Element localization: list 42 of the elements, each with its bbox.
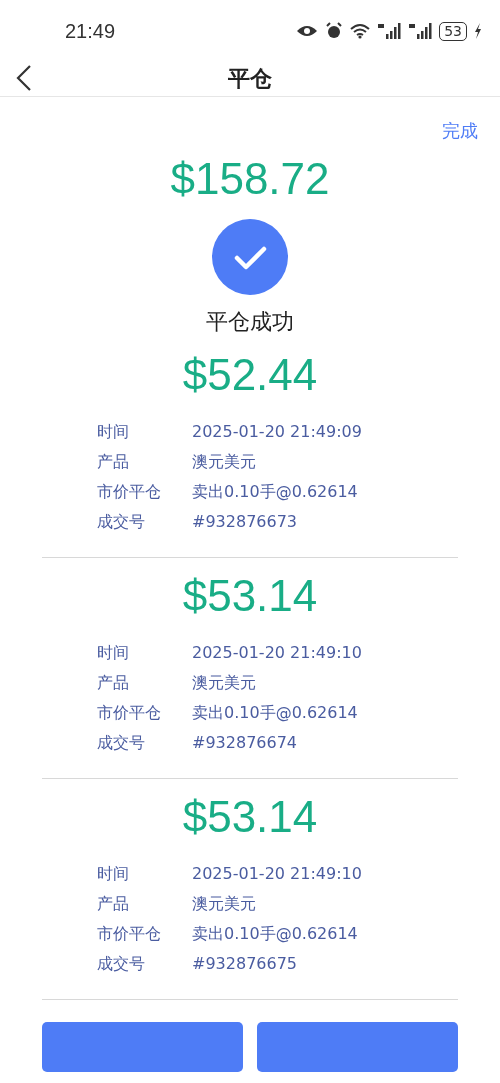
trade-amount: $52.44 — [182, 349, 318, 401]
detail-label: 时间 — [97, 421, 130, 443]
detail-label: 市价平仓 — [97, 923, 162, 945]
trade-amount: $53.14 — [182, 791, 318, 843]
detail-label: 成交号 — [97, 511, 146, 533]
detail-label: 市价平仓 — [97, 702, 162, 724]
detail-label: 时间 — [97, 642, 130, 664]
action-button[interactable] — [42, 1022, 243, 1072]
trade-amount: $53.14 — [182, 570, 318, 622]
detail-value: 澳元美元 — [192, 672, 257, 694]
detail-label: 市价平仓 — [97, 481, 162, 503]
detail-label: 成交号 — [97, 732, 146, 754]
detail-value: 澳元美元 — [192, 451, 257, 473]
check-icon — [212, 219, 288, 295]
battery-level: 53 — [439, 21, 467, 41]
detail-value: #932876673 — [192, 511, 299, 533]
detail-value: 2025-01-20 21:49:10 — [192, 642, 362, 664]
charging-icon — [474, 23, 482, 39]
action-button[interactable] — [257, 1022, 458, 1072]
detail-label: 产品 — [97, 451, 130, 473]
detail-label: 成交号 — [97, 953, 146, 975]
signal-icon — [408, 22, 433, 40]
detail-value: 卖出0.10手@0.62614 — [192, 481, 359, 503]
done-link[interactable]: 完成 — [442, 119, 478, 143]
detail-value: 2025-01-20 21:49:09 — [192, 421, 362, 443]
detail-label: 时间 — [97, 863, 130, 885]
total-amount: $158.72 — [170, 153, 330, 205]
status-time: 21:49 — [65, 19, 116, 43]
detail-label: 产品 — [97, 893, 130, 915]
result-text: 平仓成功 — [206, 308, 294, 336]
detail-value: #932876675 — [192, 953, 299, 975]
detail-value: 卖出0.10手@0.62614 — [192, 923, 359, 945]
wifi-icon — [350, 23, 371, 39]
detail-label: 产品 — [97, 672, 130, 694]
detail-value: 2025-01-20 21:49:10 — [192, 863, 362, 885]
alarm-icon — [325, 22, 344, 40]
detail-value: 卖出0.10手@0.62614 — [192, 702, 359, 724]
signal-icon — [377, 22, 402, 40]
page-title: 平仓 — [228, 65, 272, 93]
detail-value: 澳元美元 — [192, 893, 257, 915]
eye-icon — [296, 24, 319, 38]
detail-value: #932876674 — [192, 732, 299, 754]
